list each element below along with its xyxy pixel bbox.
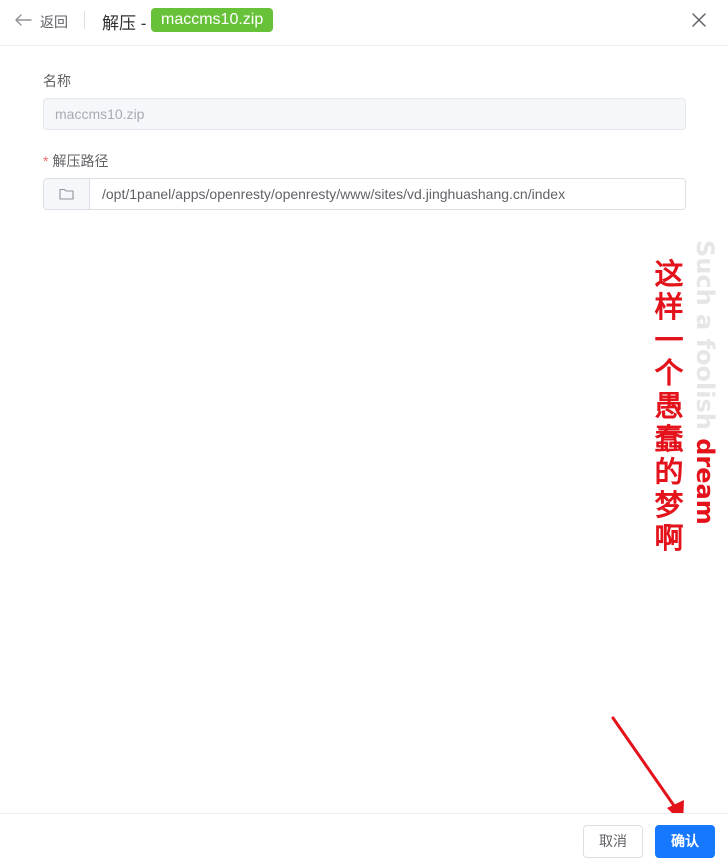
folder-select-button[interactable] (44, 179, 90, 209)
confirm-button[interactable]: 确认 (655, 825, 715, 858)
drawer-footer: 取消 确认 (0, 813, 728, 865)
close-icon[interactable] (690, 11, 708, 29)
path-label-row: * 解压路径 (43, 151, 108, 171)
overlay-chinese-caption: 这样一个愚蠢的梦啊 (654, 257, 684, 555)
drawer-title: 解压 - (102, 14, 147, 33)
drawer-header: 返回 解压 - maccms10.zip (0, 0, 728, 46)
overlay-english-light: Such a foolish (691, 240, 719, 430)
header-divider (84, 11, 85, 29)
name-input-disabled: maccms10.zip (43, 98, 686, 130)
file-name-tag: maccms10.zip (151, 8, 274, 32)
arrow-left-icon[interactable] (13, 12, 33, 28)
folder-icon (59, 188, 74, 200)
required-mark: * (43, 153, 49, 169)
path-input[interactable]: /opt/1panel/apps/openresty/openresty/www… (90, 179, 685, 209)
path-input-group: /opt/1panel/apps/openresty/openresty/www… (43, 178, 686, 210)
overlay-english-caption: Such a foolish dream (691, 240, 719, 525)
path-label: 解压路径 (52, 153, 109, 169)
overlay-english-dark: dream (691, 438, 719, 525)
name-label: 名称 (43, 73, 71, 89)
cancel-button[interactable]: 取消 (583, 825, 643, 858)
decompress-drawer: 返回 解压 - maccms10.zip 名称 maccms10.zip * 解压… (0, 0, 728, 865)
back-link[interactable]: 返回 (40, 12, 68, 32)
